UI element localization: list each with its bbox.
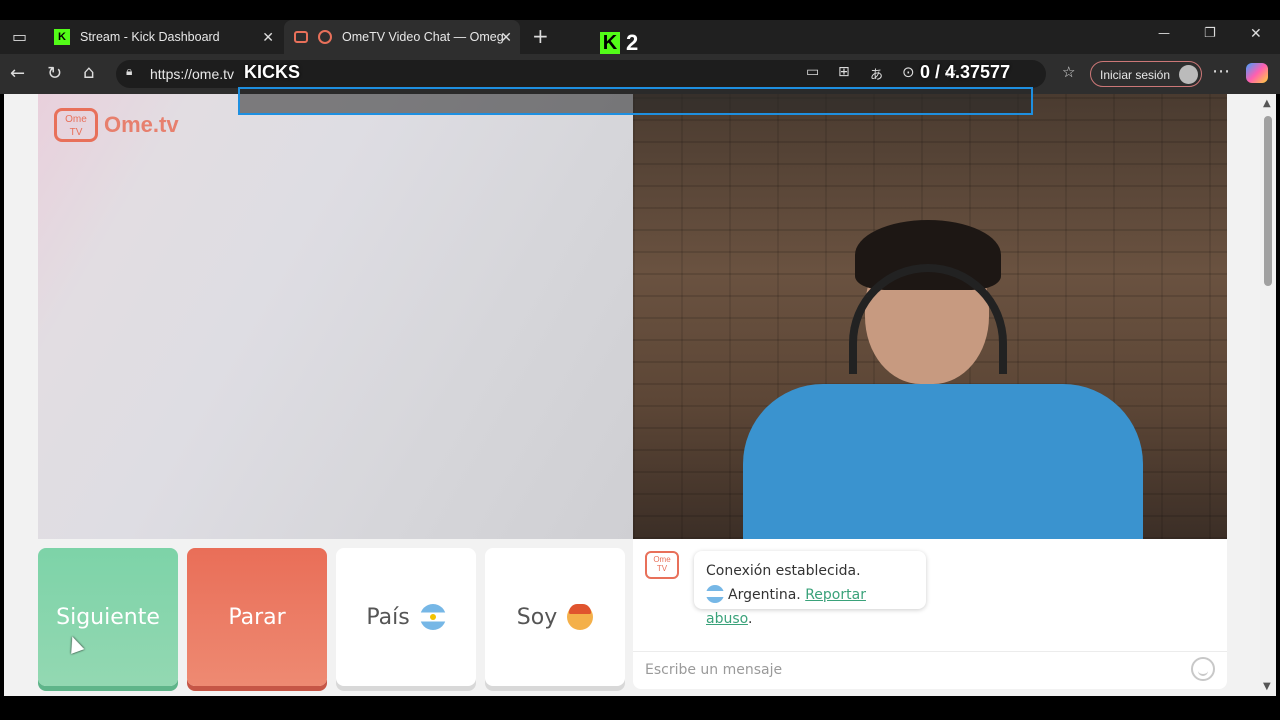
signin-label: Iniciar sesión [1100,68,1171,82]
new-tab-button[interactable]: + [532,24,549,48]
tab-title: OmeTV Video Chat — Omeg [342,30,504,44]
period: . [747,611,753,627]
home-icon[interactable]: ⌂ [83,62,94,83]
app-icon[interactable]: ⊞ [838,64,850,80]
tab-bar: ▭ K Stream - Kick Dashboard ✕ OmeTV Vide… [0,20,1280,54]
favorites-icon[interactable]: ☆ [1062,63,1075,81]
boy-face-icon [567,604,594,630]
screen: ▭ K Stream - Kick Dashboard ✕ OmeTV Vide… [0,0,1280,720]
more-apps-icon[interactable]: ⊙ [902,63,915,81]
close-window-button[interactable]: ✕ [1250,26,1262,42]
stop-button[interactable]: Parar [187,548,327,686]
signin-button[interactable]: Iniciar sesión [1090,61,1202,87]
person-shirt [743,384,1143,539]
kicks-label: KICKS [244,62,301,82]
next-button[interactable]: Siguiente [38,548,178,686]
scroll-up-icon[interactable]: ▲ [1263,98,1271,109]
message-line: Conexión establecida. [706,563,861,579]
close-tab-icon[interactable]: ✕ [262,29,274,46]
ometv-logo: Ome TV Ome.tv [54,108,179,142]
tab-title: Stream - Kick Dashboard [80,30,220,44]
stranger-video [38,94,633,539]
stats-overlay: 0 / 4.37577 [920,62,1011,82]
country-label: País [366,604,410,630]
tv-logo-icon: Ome TV [54,108,98,142]
tab-ometv[interactable]: OmeTV Video Chat — Omeg ✕ [284,20,520,54]
message-input[interactable]: Escribe un mensaje [633,651,1227,689]
copilot-icon[interactable] [1246,63,1268,83]
page-scrollbar[interactable]: ▲ ▼ [1260,94,1276,696]
camera-icon[interactable]: ▭ [806,64,819,80]
reload-icon[interactable]: ↻ [47,63,62,84]
minimize-button[interactable]: — [1158,26,1170,40]
translate-icon[interactable]: あ [870,64,883,83]
system-message: Conexión establecida. Argentina. Reporta… [694,551,926,627]
lock-icon[interactable]: 🔒︎ [126,64,132,79]
scrollbar-thumb[interactable] [1264,116,1272,286]
logo-name: Ome.tv [104,112,179,137]
ometv-favicon-icon [294,31,308,43]
recording-icon [318,30,332,44]
tab-kick-dashboard[interactable]: K Stream - Kick Dashboard ✕ [44,20,282,54]
back-icon[interactable]: ← [10,63,25,84]
emoji-icon[interactable] [1191,657,1215,681]
menu-icon[interactable]: ⋯ [1212,61,1230,82]
message-country-line: Argentina. Reportar abuso. [706,583,914,631]
kick-count: 2 [626,30,639,55]
argentina-flag-icon [706,585,724,603]
close-tab-icon[interactable]: ✕ [500,29,512,46]
country-button[interactable]: País [336,548,476,686]
soy-label: Soy [516,604,558,630]
kick-favicon-icon: K [54,29,70,45]
avatar [1179,65,1198,84]
chat-ometv-icon: Ome TV [645,551,679,579]
country-name: Argentina. [728,587,801,603]
chat-panel: Ome TV Conexión establecida. Argentina. R… [633,539,1227,689]
url-text: https://ome.tv [150,66,235,82]
tab-actions-icon[interactable]: ▭ [12,27,27,46]
restore-button[interactable]: ❐ [1204,26,1216,41]
kick-logo-icon: K [600,32,620,54]
kick-counter: K 2 [600,30,638,56]
scroll-down-icon[interactable]: ▼ [1263,681,1271,692]
stop-label: Parar [228,604,286,630]
gender-button[interactable]: Soy [485,548,625,686]
overlay-bar [238,87,1033,115]
next-label: Siguiente [56,604,160,630]
argentina-flag-icon [419,604,446,630]
self-video [633,94,1227,539]
